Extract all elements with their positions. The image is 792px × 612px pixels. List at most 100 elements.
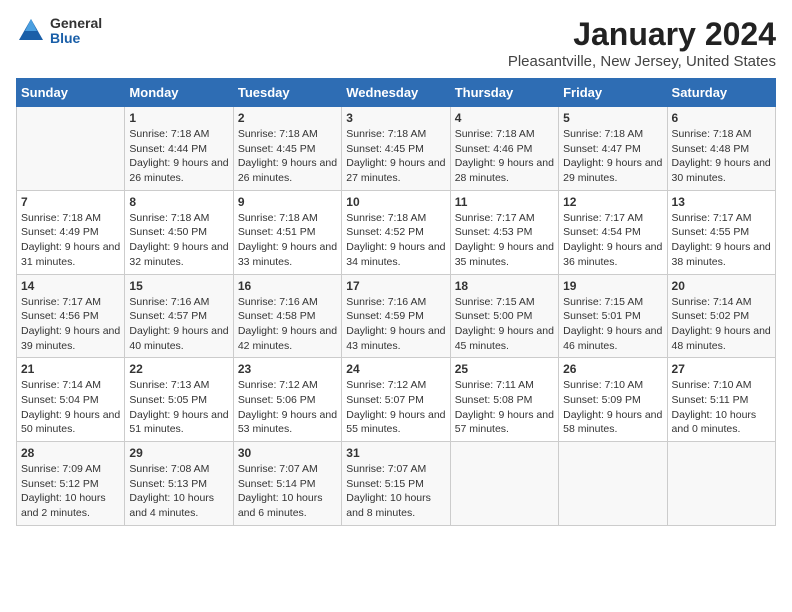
day-info: Sunrise: 7:14 AMSunset: 5:02 PMDaylight:… bbox=[672, 295, 771, 354]
sunrise-text: Sunrise: 7:07 AM bbox=[238, 463, 318, 475]
sunset-text: Sunset: 5:06 PM bbox=[238, 394, 316, 406]
sunrise-text: Sunrise: 7:17 AM bbox=[455, 212, 535, 224]
daylight-text: Daylight: 9 hours and 32 minutes. bbox=[129, 241, 228, 268]
day-number: 18 bbox=[455, 279, 554, 293]
day-number: 16 bbox=[238, 279, 337, 293]
calendar-cell: 21 Sunrise: 7:14 AMSunset: 5:04 PMDayligh… bbox=[17, 358, 125, 442]
header: General Blue January 2024 Pleasantville,… bbox=[16, 16, 776, 70]
sunrise-text: Sunrise: 7:16 AM bbox=[346, 296, 426, 308]
day-info: Sunrise: 7:18 AMSunset: 4:52 PMDaylight:… bbox=[346, 211, 445, 270]
sunset-text: Sunset: 5:09 PM bbox=[563, 394, 641, 406]
calendar-cell: 7Sunrise: 7:18 AMSunset: 4:49 PMDaylight… bbox=[17, 190, 125, 274]
day-info: Sunrise: 7:17 AMSunset: 4:53 PMDaylight:… bbox=[455, 211, 554, 270]
daylight-text: Daylight: 9 hours and 26 minutes. bbox=[238, 157, 337, 184]
calendar-cell bbox=[559, 442, 667, 526]
day-info: Sunrise: 7:14 AMSunset: 5:04 PMDaylight:… bbox=[21, 378, 120, 437]
header-day-thursday: Thursday bbox=[450, 79, 558, 107]
calendar-cell: 29Sunrise: 7:08 AMSunset: 5:13 PMDayligh… bbox=[125, 442, 233, 526]
day-number: 22 bbox=[129, 362, 228, 376]
sunset-text: Sunset: 4:52 PM bbox=[346, 226, 424, 238]
sunrise-text: Sunrise: 7:18 AM bbox=[455, 128, 535, 140]
day-number: 21 bbox=[21, 362, 120, 376]
day-number: 31 bbox=[346, 446, 445, 460]
header-day-saturday: Saturday bbox=[667, 79, 775, 107]
daylight-text: Daylight: 9 hours and 33 minutes. bbox=[238, 241, 337, 268]
daylight-text: Daylight: 9 hours and 35 minutes. bbox=[455, 241, 554, 268]
sunrise-text: Sunrise: 7:18 AM bbox=[672, 128, 752, 140]
calendar-cell: 14Sunrise: 7:17 AMSunset: 4:56 PMDayligh… bbox=[17, 274, 125, 358]
month-title: January 2024 bbox=[508, 16, 776, 53]
calendar-cell bbox=[667, 442, 775, 526]
calendar-week-row: 28Sunrise: 7:09 AMSunset: 5:12 PMDayligh… bbox=[17, 442, 776, 526]
day-number: 24 bbox=[346, 362, 445, 376]
calendar-week-row: 21 Sunrise: 7:14 AMSunset: 5:04 PMDayligh… bbox=[17, 358, 776, 442]
daylight-text: Daylight: 9 hours and 53 minutes. bbox=[238, 409, 337, 436]
day-number: 11 bbox=[455, 195, 554, 209]
calendar-cell: 17Sunrise: 7:16 AMSunset: 4:59 PMDayligh… bbox=[342, 274, 450, 358]
day-number: 27 bbox=[672, 362, 771, 376]
daylight-text: Daylight: 9 hours and 34 minutes. bbox=[346, 241, 445, 268]
day-number: 29 bbox=[129, 446, 228, 460]
calendar-cell bbox=[17, 107, 125, 191]
day-number: 13 bbox=[672, 195, 771, 209]
sunrise-text: Sunrise: 7:12 AM bbox=[238, 379, 318, 391]
sunset-text: Sunset: 4:49 PM bbox=[21, 226, 99, 238]
day-number: 26 bbox=[563, 362, 662, 376]
daylight-text: Daylight: 9 hours and 27 minutes. bbox=[346, 157, 445, 184]
day-info: Sunrise: 7:07 AMSunset: 5:14 PMDaylight:… bbox=[238, 462, 337, 521]
day-number: 30 bbox=[238, 446, 337, 460]
day-number: 17 bbox=[346, 279, 445, 293]
sunset-text: Sunset: 5:14 PM bbox=[238, 478, 316, 490]
title-area: January 2024 Pleasantville, New Jersey, … bbox=[508, 16, 776, 70]
sunrise-text: Sunrise: 7:10 AM bbox=[672, 379, 752, 391]
sunset-text: Sunset: 5:01 PM bbox=[563, 310, 641, 322]
sunset-text: Sunset: 5:13 PM bbox=[129, 478, 207, 490]
sunrise-text: Sunrise: 7:18 AM bbox=[21, 212, 101, 224]
sunset-text: Sunset: 4:47 PM bbox=[563, 143, 641, 155]
calendar-cell: 26 Sunrise: 7:10 AMSunset: 5:09 PMDayligh… bbox=[559, 358, 667, 442]
calendar-cell: 27Sunrise: 7:10 AMSunset: 5:11 PMDayligh… bbox=[667, 358, 775, 442]
daylight-text: Daylight: 9 hours and 58 minutes. bbox=[563, 409, 662, 436]
header-day-tuesday: Tuesday bbox=[233, 79, 341, 107]
sunset-text: Sunset: 5:08 PM bbox=[455, 394, 533, 406]
day-number: 1 bbox=[129, 111, 228, 125]
day-number: 10 bbox=[346, 195, 445, 209]
day-info: Sunrise: 7:18 AMSunset: 4:51 PMDaylight:… bbox=[238, 211, 337, 270]
sunset-text: Sunset: 5:12 PM bbox=[21, 478, 99, 490]
calendar-cell: 22Sunrise: 7:13 AMSunset: 5:05 PMDayligh… bbox=[125, 358, 233, 442]
day-info: Sunrise: 7:12 AMSunset: 5:07 PMDaylight:… bbox=[346, 378, 445, 437]
sunset-text: Sunset: 4:48 PM bbox=[672, 143, 750, 155]
day-number: 25 bbox=[455, 362, 554, 376]
sunrise-text: Sunrise: 7:14 AM bbox=[672, 296, 752, 308]
sunrise-text: Sunrise: 7:07 AM bbox=[346, 463, 426, 475]
sunrise-text: Sunrise: 7:15 AM bbox=[563, 296, 643, 308]
day-number: 14 bbox=[21, 279, 120, 293]
day-info: Sunrise: 7:07 AMSunset: 5:15 PMDaylight:… bbox=[346, 462, 445, 521]
sunrise-text: Sunrise: 7:17 AM bbox=[21, 296, 101, 308]
daylight-text: Daylight: 9 hours and 55 minutes. bbox=[346, 409, 445, 436]
daylight-text: Daylight: 9 hours and 29 minutes. bbox=[563, 157, 662, 184]
sunset-text: Sunset: 4:58 PM bbox=[238, 310, 316, 322]
daylight-text: Daylight: 9 hours and 43 minutes. bbox=[346, 325, 445, 352]
day-info: Sunrise: 7:10 AMSunset: 5:09 PMDaylight:… bbox=[563, 378, 662, 437]
day-info: Sunrise: 7:16 AM Sunset: 4:57 PM Daylight:… bbox=[129, 295, 228, 354]
daylight-text: Daylight: 9 hours and 28 minutes. bbox=[455, 157, 554, 184]
sunset-text: Sunset: 4:45 PM bbox=[238, 143, 316, 155]
header-day-sunday: Sunday bbox=[17, 79, 125, 107]
day-number: 7 bbox=[21, 195, 120, 209]
daylight-text: Daylight: 9 hours and 40 minutes. bbox=[129, 325, 228, 352]
day-info: Sunrise: 7:15 AMSunset: 5:00 PMDaylight:… bbox=[455, 295, 554, 354]
daylight-text: Daylight: 9 hours and 38 minutes. bbox=[672, 241, 771, 268]
daylight-text: Daylight: 9 hours and 50 minutes. bbox=[21, 409, 120, 436]
daylight-text: Daylight: 9 hours and 26 minutes. bbox=[129, 157, 228, 184]
day-number: 20 bbox=[672, 279, 771, 293]
day-info: Sunrise: 7:18 AMSunset: 4:44 PMDaylight:… bbox=[129, 127, 228, 186]
sunset-text: Sunset: 5:07 PM bbox=[346, 394, 424, 406]
sunrise-text: Sunrise: 7:16 AM bbox=[238, 296, 318, 308]
sunrise-text: Sunrise: 7:16 AM bbox=[129, 296, 209, 308]
daylight-text: Daylight: 9 hours and 45 minutes. bbox=[455, 325, 554, 352]
logo-general-text: General bbox=[50, 16, 102, 31]
sunset-text: Sunset: 4:57 PM bbox=[129, 310, 207, 322]
calendar-cell: 13Sunrise: 7:17 AMSunset: 4:55 PMDayligh… bbox=[667, 190, 775, 274]
daylight-text: Daylight: 9 hours and 46 minutes. bbox=[563, 325, 662, 352]
